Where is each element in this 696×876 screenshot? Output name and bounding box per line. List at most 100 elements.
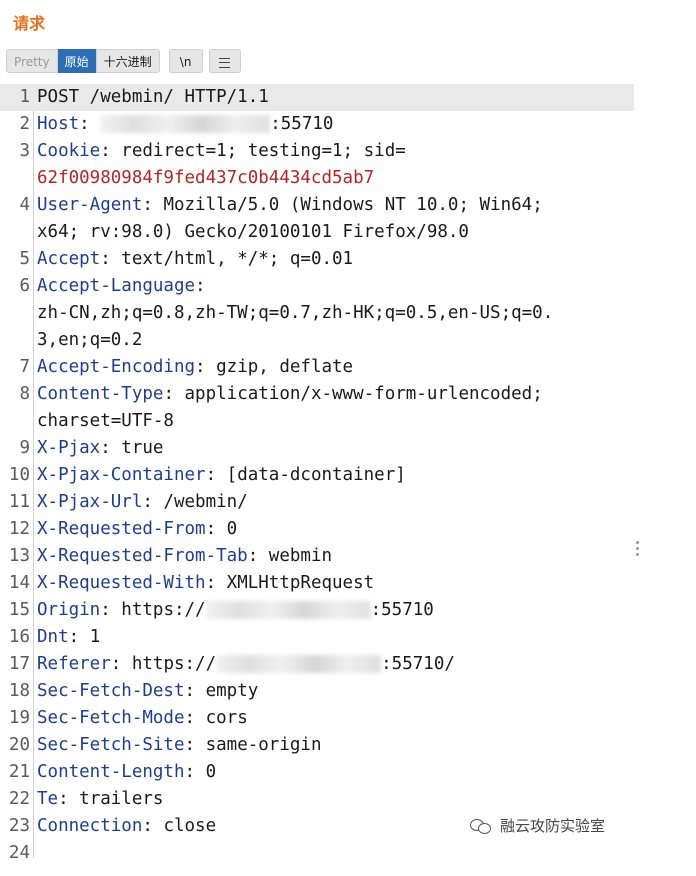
line-content: X-Pjax-Url: /webmin/ [37, 489, 634, 516]
header-value: redirect=1; testing=1; sid= [121, 141, 406, 161]
header-name: X-Pjax [37, 438, 101, 458]
code-line: 1 POST /webmin/ HTTP/1.1 [0, 84, 634, 111]
header-separator: : [68, 627, 90, 647]
request-line: POST /webmin/ HTTP/1.1 [37, 87, 269, 107]
code-line: 19 Sec-Fetch-Mode: cors [0, 705, 634, 732]
header-separator: : [142, 492, 164, 512]
line-number: 13 [8, 546, 30, 566]
host-port: :55710 [270, 114, 334, 134]
code-line: 13 X-Requested-From-Tab: webmin [0, 543, 634, 570]
header-name: Connection [37, 816, 143, 836]
header-separator: : [100, 600, 122, 620]
line-number: 20 [8, 735, 30, 755]
redacted-host [216, 655, 382, 673]
header-value-wrap: zh-CN,zh;q=0.8,zh-TW;q=0.7,zh-HK;q=0.5,e… [37, 303, 554, 323]
header-value: gzip, deflate [216, 357, 354, 377]
header-value: true [121, 438, 164, 458]
code-line-wrap: x64; rv:98.0) Gecko/20100101 Firefox/98.… [0, 219, 634, 246]
line-number: 1 [19, 87, 30, 107]
header-name: Content-Type [37, 384, 164, 404]
line-number: 12 [8, 519, 30, 539]
header-value-wrap: 3,en;q=0.2 [37, 330, 143, 350]
code-line: 4 User-Agent: Mozilla/5.0 (Windows NT 10.… [0, 192, 634, 219]
hex-view-button[interactable]: 十六进制 [95, 49, 160, 73]
header-name: X-Requested-With [37, 573, 206, 593]
line-content: Sec-Fetch-Site: same-origin [37, 732, 634, 759]
header-separator: : [184, 681, 206, 701]
line-content: X-Pjax-Container: [data-dcontainer] [37, 462, 634, 489]
code-line: 3 Cookie: redirect=1; testing=1; sid= [0, 138, 634, 165]
header-separator: : [195, 276, 206, 296]
cookie-sid-value: 62f00980984f9fed437c0b4434cd5ab7 [37, 168, 375, 188]
line-number: 22 [8, 789, 30, 809]
code-line: 9 X-Pjax: true [0, 435, 634, 462]
redacted-host [205, 601, 371, 619]
code-line: 7 Accept-Encoding: gzip, deflate [0, 354, 634, 381]
header-name: X-Pjax-Container [37, 465, 206, 485]
line-content: Origin: https://:55710 [37, 597, 634, 624]
header-name: Sec-Fetch-Site [37, 735, 185, 755]
line-number: 15 [8, 600, 30, 620]
header-value: trailers [79, 789, 164, 809]
code-line: 10 X-Pjax-Container: [data-dcontainer] [0, 462, 634, 489]
header-value: 0 [205, 762, 217, 782]
header-name: Host [37, 114, 80, 134]
code-line: 17 Referer: https://:55710/ [0, 651, 634, 678]
header-separator: : [195, 357, 217, 377]
redacted-host [100, 115, 271, 133]
line-content: X-Requested-From-Tab: webmin [37, 543, 634, 570]
header-value: application/x-www-form-urlencoded; [184, 384, 543, 404]
code-line: 15 Origin: https://:55710 [0, 597, 634, 624]
pretty-view-button[interactable]: Pretty [6, 49, 58, 73]
show-newlines-button[interactable]: \n [168, 49, 203, 73]
header-name: Content-Length [37, 762, 185, 782]
header-separator: : [205, 573, 227, 593]
view-toolbar: Pretty 原始 十六进制 \n [6, 49, 241, 73]
line-number: 16 [8, 627, 30, 647]
line-number: 8 [19, 384, 30, 404]
line-content: x64; rv:98.0) Gecko/20100101 Firefox/98.… [37, 219, 634, 246]
header-name: User-Agent [37, 195, 143, 215]
header-name: X-Requested-From-Tab [37, 546, 248, 566]
line-number: 24 [8, 843, 30, 863]
line-content: X-Requested-With: XMLHttpRequest [37, 570, 634, 597]
code-line: 11 X-Pjax-Url: /webmin/ [0, 489, 634, 516]
line-number: 9 [19, 438, 30, 458]
header-separator: : [247, 546, 269, 566]
code-line-wrap: 3,en;q=0.2 [0, 327, 634, 354]
line-content: Host: :55710 [37, 111, 634, 138]
line-number: 14 [8, 573, 30, 593]
header-value: /webmin/ [163, 492, 248, 512]
code-line: 12 X-Requested-From: 0 [0, 516, 634, 543]
line-number: 7 [19, 357, 30, 377]
line-content: Sec-Fetch-Mode: cors [37, 705, 634, 732]
header-value: Mozilla/5.0 (Windows NT 10.0; Win64; [163, 195, 543, 215]
header-value: close [163, 816, 217, 836]
header-separator: : [184, 708, 206, 728]
options-menu-button[interactable] [208, 49, 241, 73]
code-line: 24 [0, 840, 634, 867]
raw-view-button[interactable]: 原始 [57, 49, 96, 73]
line-content: User-Agent: Mozilla/5.0 (Windows NT 10.0… [37, 192, 634, 219]
line-number: 21 [8, 762, 30, 782]
line-number: 2 [19, 114, 30, 134]
panel-title: 请求 [13, 14, 46, 33]
line-content: Te: trailers [37, 786, 634, 813]
line-number: 3 [19, 141, 30, 161]
line-content: X-Pjax: true [37, 435, 634, 462]
header-separator: : [205, 519, 227, 539]
code-line: 20 Sec-Fetch-Site: same-origin [0, 732, 634, 759]
vertical-dots-icon[interactable] [636, 538, 642, 559]
request-panel: 请求 Pretty 原始 十六进制 \n 1 POST /webmin/ HTTP… [0, 0, 639, 876]
line-content: Accept-Language: [37, 273, 634, 300]
line-content: Accept-Encoding: gzip, deflate [37, 354, 634, 381]
header-name: Accept-Encoding [37, 357, 196, 377]
header-separator: : [110, 654, 132, 674]
request-editor[interactable]: 1 POST /webmin/ HTTP/1.1 2 Host: :55710 3 Coo… [0, 84, 634, 867]
header-value: 0 [226, 519, 238, 539]
host-port: :55710 [370, 600, 434, 620]
header-name: Origin [37, 600, 101, 620]
header-separator: : [184, 735, 206, 755]
line-content: Dnt: 1 [37, 624, 634, 651]
wechat-icon [470, 817, 492, 835]
